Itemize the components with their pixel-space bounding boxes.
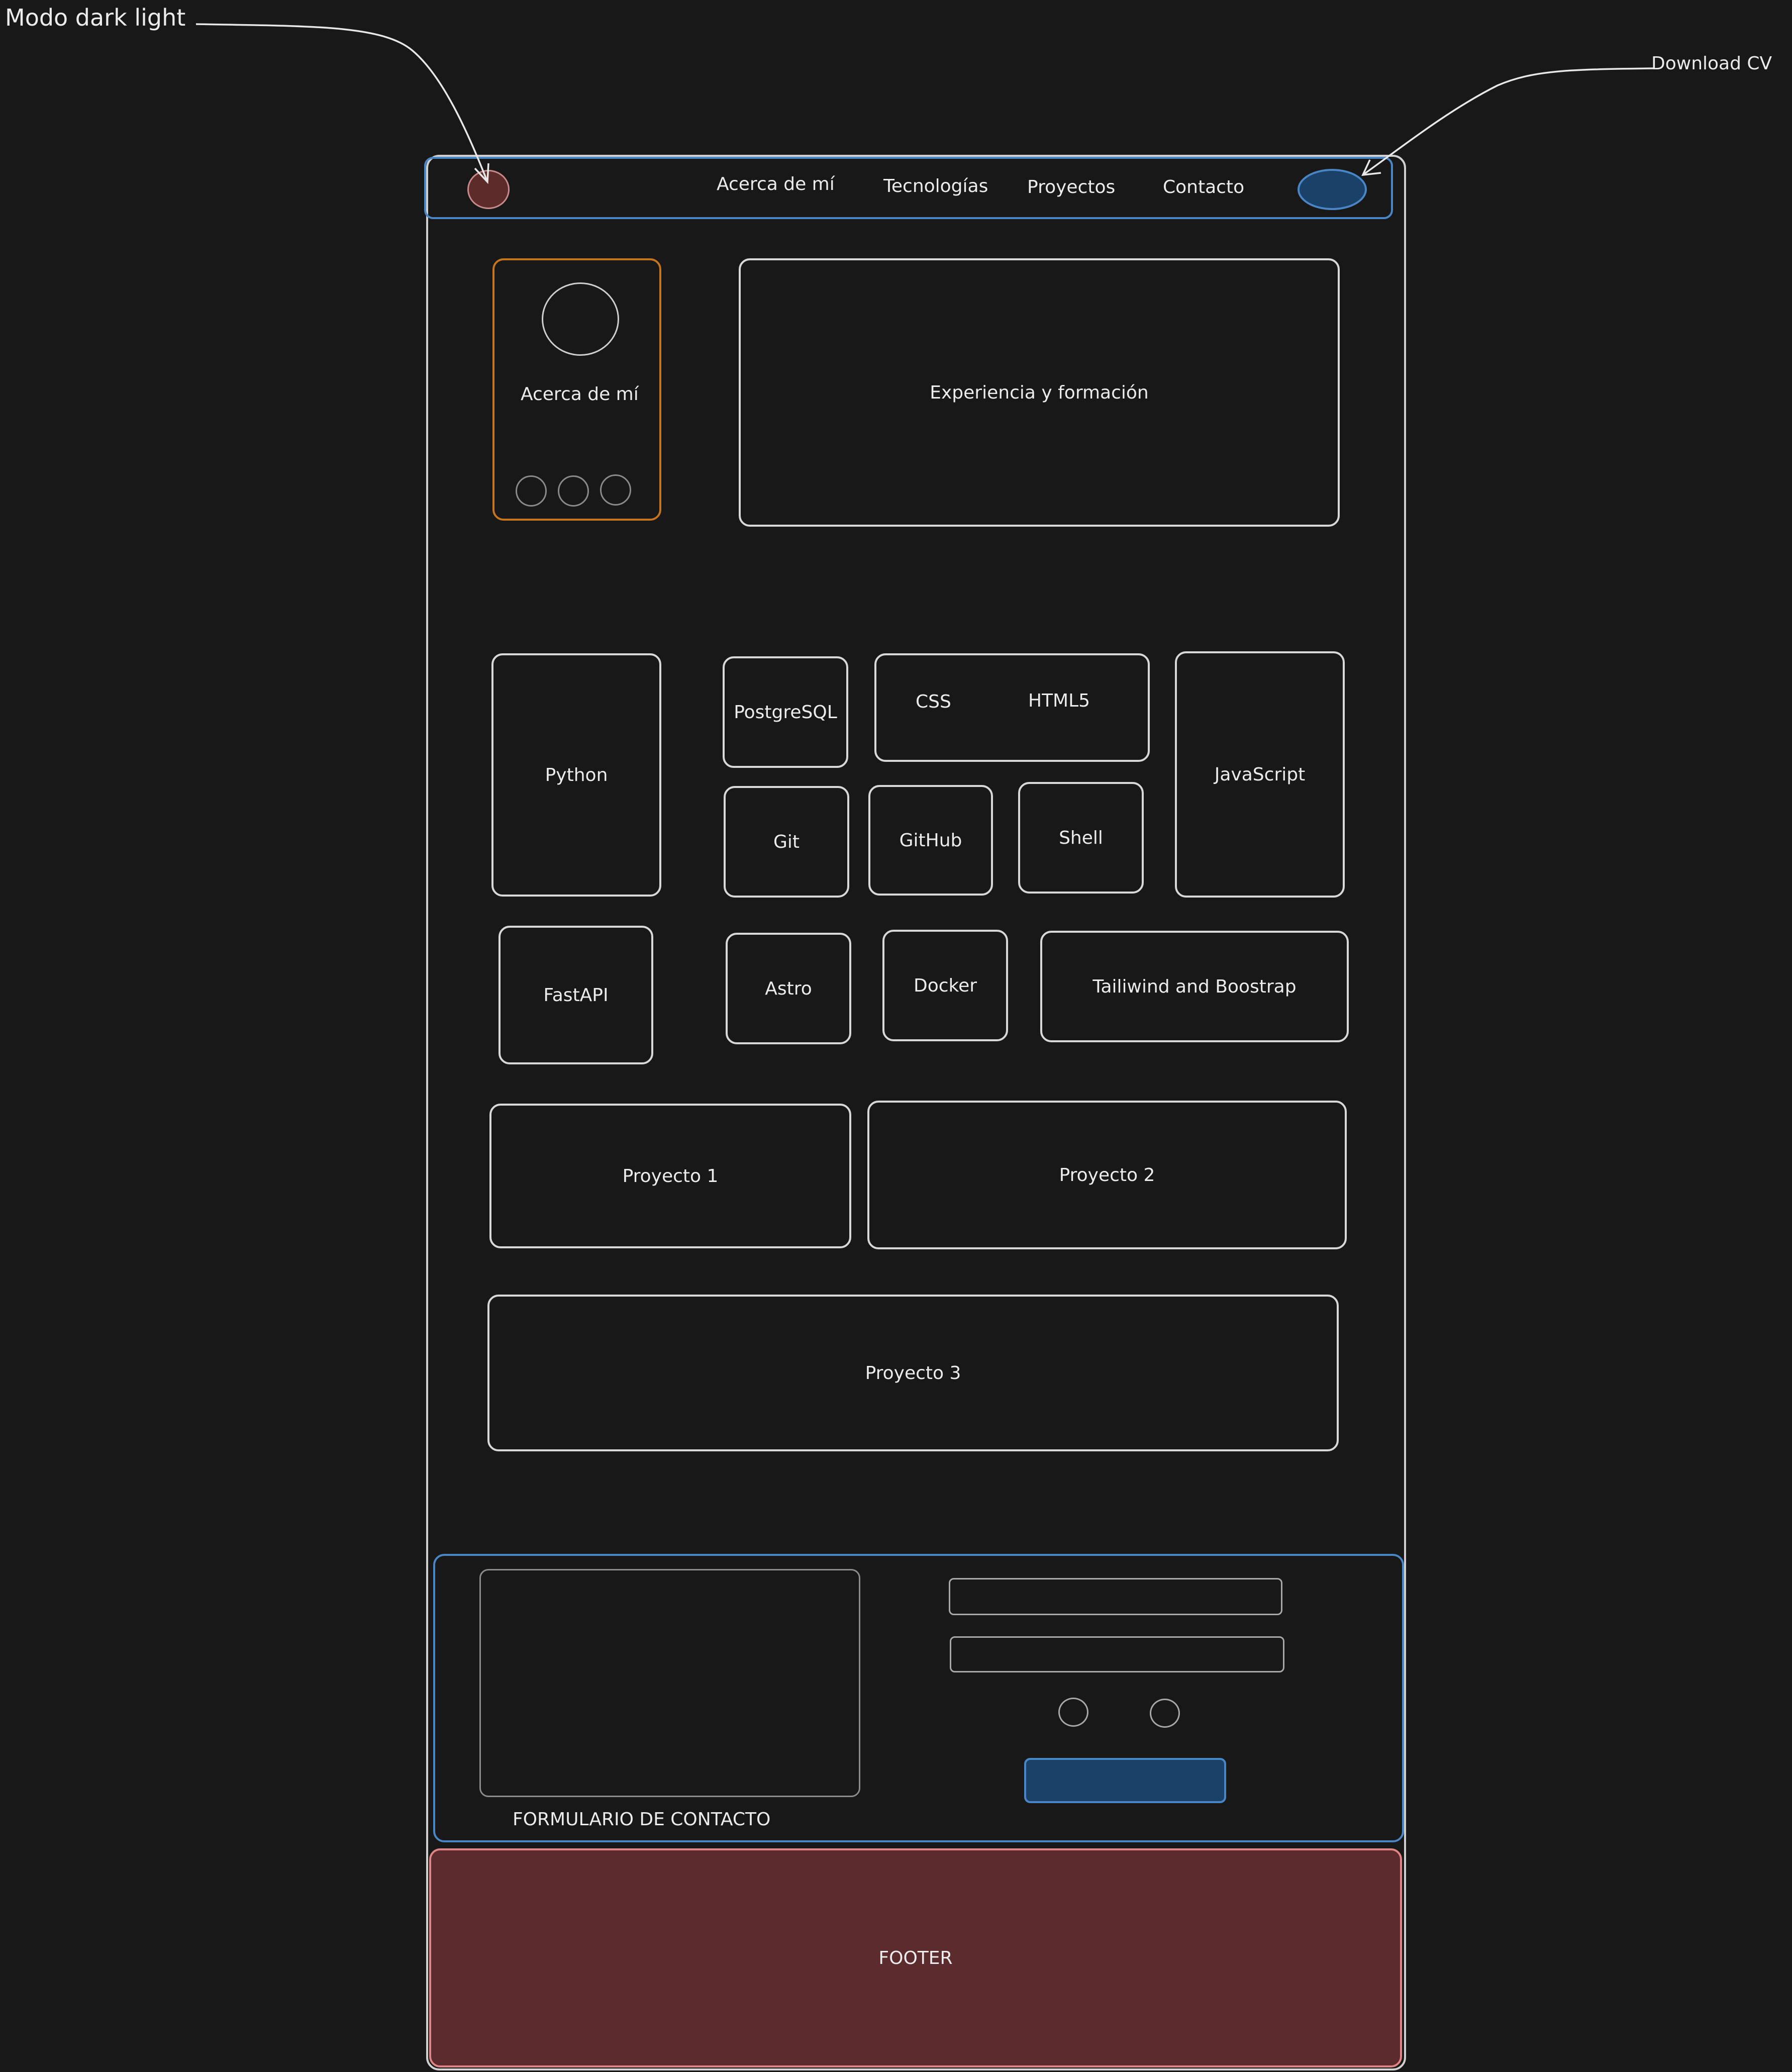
arrow-to-download-cv: [1362, 67, 1654, 176]
arrow-to-theme-toggle: [195, 23, 488, 182]
annotation-arrows: [195, 23, 1654, 184]
